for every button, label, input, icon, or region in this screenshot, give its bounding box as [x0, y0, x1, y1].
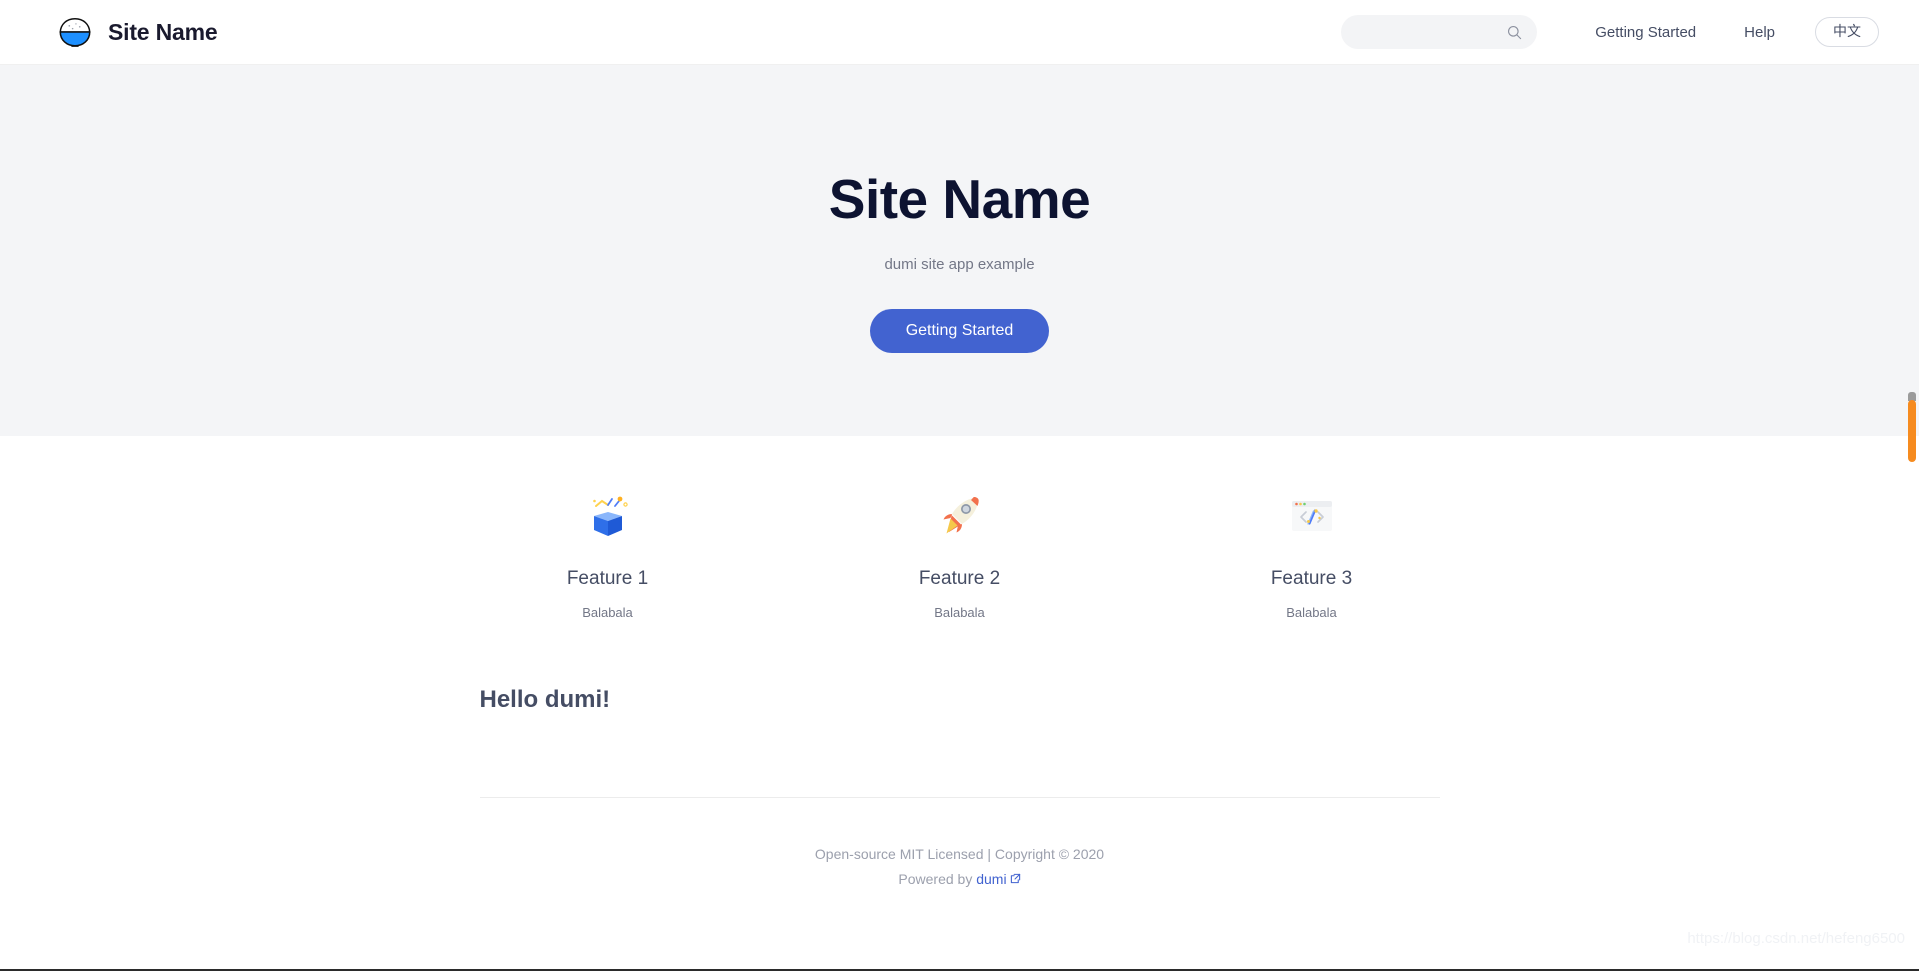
page-watermark: https://blog.csdn.net/hefeng6500 — [1687, 930, 1905, 947]
feature-card: Feature 1 Balabala — [432, 490, 784, 620]
article-body: Hello dumi! — [480, 620, 1440, 714]
vertical-scrollbar[interactable] — [1905, 0, 1919, 971]
hero-getting-started-button[interactable]: Getting Started — [869, 308, 1050, 353]
nav-right-group: Getting Started Help 中文 — [1341, 15, 1879, 49]
site-header: Site Name Getting Started Help 中文 — [0, 0, 1919, 65]
code-window-icon — [1286, 490, 1338, 542]
search-icon[interactable] — [1506, 24, 1523, 41]
footer-license-text: Open-source MIT Licensed | Copyright © 2… — [814, 846, 1105, 862]
footer-powered-by-line: Powered by dumi — [0, 867, 1919, 892]
language-switch-button[interactable]: 中文 — [1815, 17, 1879, 47]
feature-description: Balabala — [1286, 605, 1337, 620]
scrollbar-thumb[interactable] — [1908, 400, 1916, 462]
search-input[interactable] — [1359, 24, 1507, 40]
feature-card: Feature 3 Balabala — [1136, 490, 1488, 620]
feature-description: Balabala — [934, 605, 985, 620]
external-link-icon[interactable] — [1007, 871, 1021, 887]
article-heading: Hello dumi! — [479, 686, 611, 713]
features-row: Feature 1 Balabala Feature 2 Balabala Fe… — [0, 436, 1919, 620]
nav-link-getting-started[interactable]: Getting Started — [1595, 24, 1696, 41]
hero-section: Site Name dumi site app example Getting … — [0, 65, 1919, 436]
nav-link-help[interactable]: Help — [1744, 24, 1775, 41]
feature-title: Feature 3 — [1270, 568, 1353, 589]
rocket-icon — [934, 490, 986, 542]
footer-powered-by-prefix: Powered by — [898, 871, 977, 887]
feature-title: Feature 2 — [918, 568, 1001, 589]
search-box[interactable] — [1341, 15, 1538, 49]
window-bottom-edge — [0, 965, 1919, 971]
rice-bowl-logo-icon — [56, 13, 94, 51]
footer-dumi-link[interactable]: dumi — [976, 871, 1006, 887]
main-content: Feature 1 Balabala Feature 2 Balabala Fe… — [0, 436, 1919, 892]
hero-title: Site Name — [828, 168, 1091, 230]
site-footer: Open-source MIT Licensed | Copyright © 2… — [0, 798, 1919, 892]
feature-card: Feature 2 Balabala — [784, 490, 1136, 620]
hero-description: dumi site app example — [884, 255, 1035, 273]
brand-title: Site Name — [108, 18, 218, 45]
open-gift-box-icon — [582, 490, 634, 542]
brand-home-link[interactable]: Site Name — [56, 13, 218, 51]
feature-title: Feature 1 — [566, 568, 649, 589]
feature-description: Balabala — [582, 605, 633, 620]
